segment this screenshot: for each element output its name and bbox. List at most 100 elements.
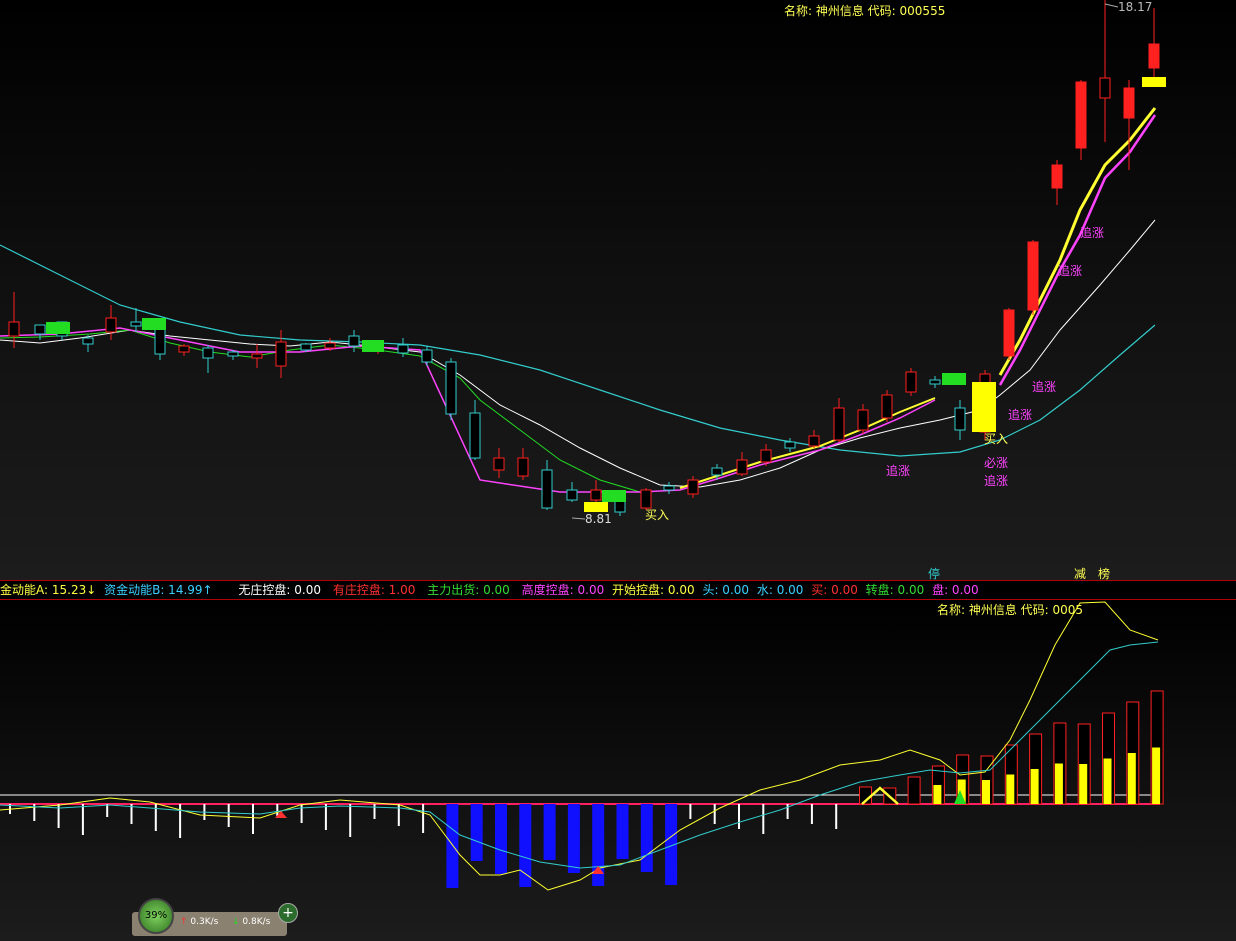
candle-body [8, 321, 20, 337]
candle-body [541, 469, 553, 509]
indicator-bar-yellow [1127, 753, 1136, 804]
indicator-bar [276, 804, 279, 816]
status-item: 有庄控盘: 1.00 [332, 583, 416, 597]
indicator-bar-yellow [1054, 763, 1063, 804]
chase-signal: 追涨 [1032, 380, 1057, 394]
indicator-bar [762, 804, 765, 834]
indicator-bar-yellow [1006, 774, 1015, 804]
indicator-bar-yellow [933, 785, 942, 804]
chase-signal: 追涨 [1008, 408, 1033, 422]
candle-body [687, 479, 699, 495]
candle-body [736, 459, 748, 475]
status-item: 盘: 0.00 [932, 583, 979, 597]
indicator-bar [324, 804, 327, 830]
candle-body [881, 394, 893, 419]
ma-white-mid [0, 219, 1156, 488]
indicator-bar [422, 804, 425, 833]
candle-body [154, 325, 166, 355]
price-low-label: 8.81 [585, 512, 612, 526]
signal-block [372, 340, 384, 352]
candle-body [833, 407, 845, 441]
indicator-bar-yellow [982, 780, 990, 804]
status-item: 转盘: 0.00 [865, 583, 925, 597]
candle-body [1027, 241, 1039, 311]
indicator-bar [81, 804, 84, 835]
candle-body [34, 324, 46, 335]
signal-block [584, 502, 608, 512]
candle-body [566, 489, 578, 501]
candle-body [251, 353, 263, 359]
candle-body [1123, 87, 1135, 119]
indicator-panel[interactable]: 名称: 神州信息 代码: 0005 [0, 600, 1236, 941]
candle-body [130, 321, 142, 327]
status-item: 无庄控盘: 0.00 [238, 583, 321, 597]
status-item: 高度控盘: 0.00 [521, 583, 605, 597]
indicator-bar [300, 804, 303, 823]
signal-block [58, 322, 70, 334]
indicator-bar [106, 804, 109, 817]
status-item: 主力出货: 0.00 [427, 583, 510, 597]
candle-body [1099, 77, 1111, 99]
indicator-bar [179, 804, 182, 838]
status-item: 资金动能B: 14.99↑ [104, 583, 213, 597]
chase-signal: 追涨 [984, 474, 1009, 488]
signal-block [142, 318, 154, 330]
candle-body [1051, 164, 1063, 189]
buy-signal-2: 买入 [984, 432, 1009, 446]
indicator-bar [227, 804, 230, 827]
indicator-bar [786, 804, 789, 819]
must-rise-signal: 必涨 [984, 456, 1009, 470]
candle-body [82, 337, 94, 345]
cpu-gauge: 39% [138, 898, 174, 934]
status-item: 水: 0.00 [756, 583, 804, 597]
indicator-bar [446, 804, 459, 888]
candle-body [1148, 43, 1160, 69]
candle-body [469, 412, 481, 459]
candle-body [275, 341, 287, 367]
signal-block [1142, 77, 1166, 87]
buy-signal-1: 买入 [645, 508, 670, 522]
indicator-bar [495, 804, 507, 874]
indicator-bar-yellow [1030, 769, 1039, 804]
candle-body [178, 345, 190, 353]
candle-body [493, 457, 505, 471]
indicator-bar [640, 804, 653, 872]
indicator-bar-yellow [1079, 764, 1088, 804]
indicator-status-bar: 金动能A: 15.23↓ 资金动能B: 14.99↑ 无庄控盘: 0.00 有庄… [0, 581, 1236, 599]
candle-body [105, 317, 117, 333]
network-speed-widget[interactable]: 39% ↑ 0.3K/s ↓ 0.8K/s + [132, 898, 298, 936]
candle-body [857, 409, 869, 431]
status-item: 买: 0.00 [811, 583, 858, 597]
candle-body [590, 489, 602, 501]
chase-signal: 追涨 [1058, 264, 1083, 278]
candle-body [348, 335, 360, 347]
indicator-bar [543, 804, 556, 860]
signal-block [972, 382, 996, 432]
indicator-bar [616, 804, 629, 859]
candle-body [1075, 81, 1087, 149]
indicator-bar [252, 804, 254, 834]
signal-block [602, 490, 614, 502]
signal-block [954, 373, 966, 385]
candle-body [929, 379, 941, 385]
indicator-bar [567, 804, 580, 873]
signal-block [46, 322, 58, 334]
indicator-bar [470, 804, 483, 861]
indicator-bar [373, 804, 376, 819]
kline-chart [0, 0, 1166, 520]
candle-body [300, 343, 312, 351]
indicator-bar-yellow [1103, 758, 1112, 804]
indicator-bar-yellow [1152, 747, 1161, 804]
price-high-label: 18.17 [1118, 0, 1153, 14]
candle-body [711, 467, 723, 476]
upload-speed: ↑ 0.3K/s [180, 917, 219, 927]
indicator-bar [397, 804, 400, 826]
candle-body [517, 457, 529, 477]
kline-chart-panel[interactable]: 名称: 神州信息 代码: 000555 18.17 8.81 买入 买入 必涨 … [0, 0, 1236, 581]
signal-block [154, 318, 166, 330]
status-item: 头: 0.00 [702, 583, 750, 597]
candle-body [445, 361, 457, 415]
add-icon[interactable]: + [278, 903, 298, 923]
signal-block [614, 490, 626, 502]
candle-body [227, 351, 239, 357]
